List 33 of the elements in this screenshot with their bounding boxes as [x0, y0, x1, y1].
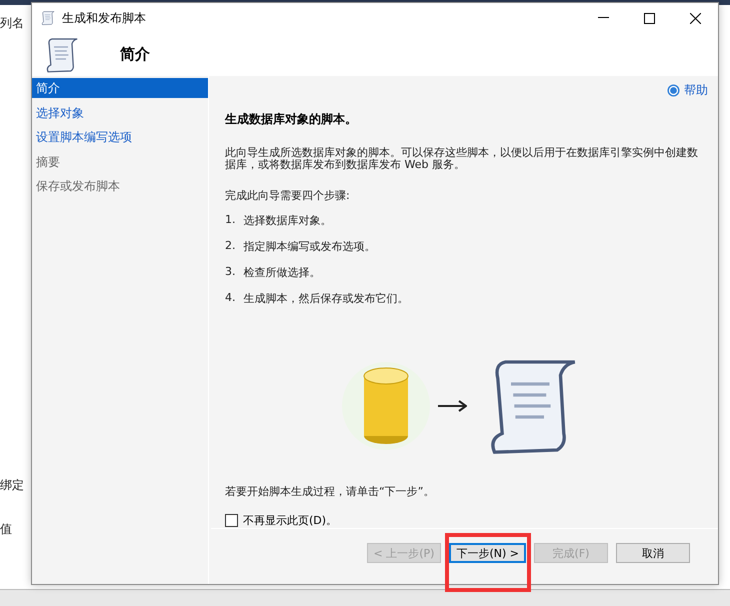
step-item[interactable]: 设置脚本编写选项 [32, 127, 208, 147]
step-number: 3. [225, 265, 236, 280]
maximize-icon [644, 12, 654, 24]
wizard-button[interactable]: 下一步(N) > [449, 543, 526, 563]
background-label: 绑定 [0, 477, 25, 494]
intro-text: 此向导生成所选数据库对象的脚本。可以保存这些脚本，以便以后用于在数据库引擎实例中创建数据库，或将数据库发布到数据库发布 Web 服务。 [225, 147, 699, 171]
minimize-icon [598, 17, 608, 19]
background-label: 列名 [0, 15, 25, 32]
step-text: 指定脚本编写或发布选项。 [244, 239, 376, 254]
help-link[interactable]: 帮助 [684, 82, 708, 99]
checkbox[interactable] [225, 514, 238, 527]
step-number: 4. [225, 291, 236, 306]
step-text: 检查所做选择。 [244, 265, 320, 280]
steps-title: 完成此向导需要四个步骤: [225, 190, 351, 202]
step-item[interactable]: 简介 [32, 78, 208, 98]
close-icon [690, 12, 700, 24]
step-number: 1. [225, 213, 236, 228]
step-number: 2. [225, 239, 236, 254]
step-text: 生成脚本，然后保存或发布它们。 [244, 291, 408, 306]
checkbox-label[interactable]: 不再显示此页(D)。 [243, 513, 338, 528]
wizard-button[interactable]: 取消 [616, 543, 690, 563]
page-title: 简介 [120, 45, 150, 64]
help-icon [667, 84, 680, 97]
window-title: 生成和发布脚本 [62, 10, 147, 26]
step-item[interactable]: 摘要 [32, 152, 208, 172]
step-item[interactable]: 选择对象 [32, 102, 208, 122]
step-item[interactable]: 保存或发布脚本 [32, 176, 208, 196]
arrow-icon [436, 400, 466, 412]
background-label: 值 [0, 521, 13, 538]
start-hint: 若要开始脚本生成过程，请单击“下一步”。 [225, 484, 436, 499]
step-text: 选择数据库对象。 [244, 213, 332, 228]
content-heading: 生成数据库对象的脚本。 [225, 111, 358, 128]
scroll-icon [40, 10, 56, 26]
